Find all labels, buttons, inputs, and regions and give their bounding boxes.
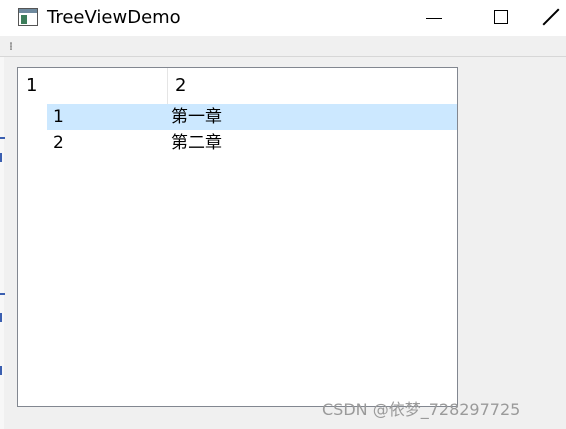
edge-mark [0,153,7,162]
row-id: 2 [53,133,64,153]
edge-mark [0,366,7,375]
row-title: 第一章 [171,107,222,127]
tree-row[interactable]: 2 第二章 [47,130,457,156]
close-icon [542,8,560,26]
edge-mark [0,137,5,148]
toolbar-grip-icon[interactable] [10,42,12,50]
window-title: TreeViewDemo [47,7,181,28]
close-button[interactable] [540,0,566,36]
left-edge-strip [0,57,7,429]
header-divider[interactable] [167,68,168,104]
edge-mark [0,293,5,304]
row-title: 第二章 [171,133,222,153]
maximize-button[interactable] [478,0,524,36]
tree-header: 1 2 [18,68,457,104]
tree-row[interactable]: 1 第一章 [47,104,457,130]
header-section-2[interactable]: 2 [175,68,375,104]
title-bar: TreeViewDemo [0,0,566,36]
toolbar [0,36,566,57]
minimize-button[interactable] [410,0,456,36]
minimize-icon [426,18,442,19]
header-section-1[interactable]: 1 [26,68,166,104]
tree-view[interactable]: 1 2 1 第一章 2 第二章 [17,67,458,407]
row-id: 1 [53,107,64,127]
maximize-icon [494,10,508,24]
edge-mark [0,313,7,322]
watermark: CSDN @依梦_728297725 [322,400,521,419]
app-window-icon [18,8,38,26]
